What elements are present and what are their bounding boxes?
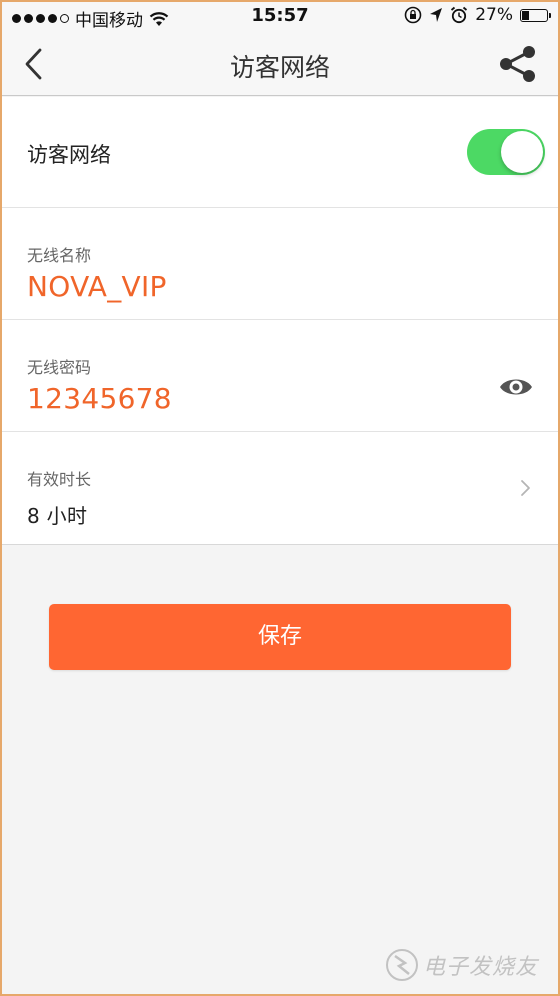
watermark: 电子发烧友: [385, 948, 538, 982]
watermark-text: 电子发烧友: [422, 955, 538, 980]
guest-network-row: 访客网络: [0, 97, 560, 208]
password-caption: 无线密码: [27, 358, 92, 377]
nav-bar: 访客网络: [0, 32, 560, 96]
toggle-knob: [501, 131, 543, 173]
alarm-icon: [451, 6, 468, 24]
settings-list: 访客网络 无线名称 NOVA_VIP 无线密码 12345678 有效时长 8 …: [0, 97, 560, 545]
battery-percent: 27%: [475, 5, 513, 25]
duration-row[interactable]: 有效时长 8 小时: [0, 432, 560, 544]
ssid-caption: 无线名称: [27, 246, 92, 265]
chevron-right-icon[interactable]: [520, 479, 532, 497]
watermark-logo-icon: [385, 949, 418, 981]
guest-network-toggle[interactable]: [467, 129, 545, 175]
battery-fill: [522, 10, 530, 20]
guest-network-label: 访客网络: [27, 143, 111, 167]
status-bar: 中国移动 15:57 27%: [0, 0, 560, 32]
save-button[interactable]: 保存: [49, 604, 511, 670]
password-value[interactable]: 12345678: [27, 382, 172, 415]
eye-icon[interactable]: [498, 375, 534, 399]
ssid-row[interactable]: 无线名称 NOVA_VIP: [0, 208, 560, 320]
ssid-value[interactable]: NOVA_VIP: [27, 270, 167, 303]
battery-icon: [520, 8, 551, 22]
rotation-lock-icon: [404, 6, 422, 24]
page-title: 访客网络: [229, 53, 330, 82]
location-arrow-icon: [430, 8, 443, 22]
status-right: 27%: [404, 5, 551, 25]
duration-caption: 有效时长: [27, 470, 92, 489]
password-row[interactable]: 无线密码 12345678: [0, 320, 560, 432]
share-icon[interactable]: [496, 44, 540, 84]
duration-value: 8 小时: [27, 504, 88, 528]
